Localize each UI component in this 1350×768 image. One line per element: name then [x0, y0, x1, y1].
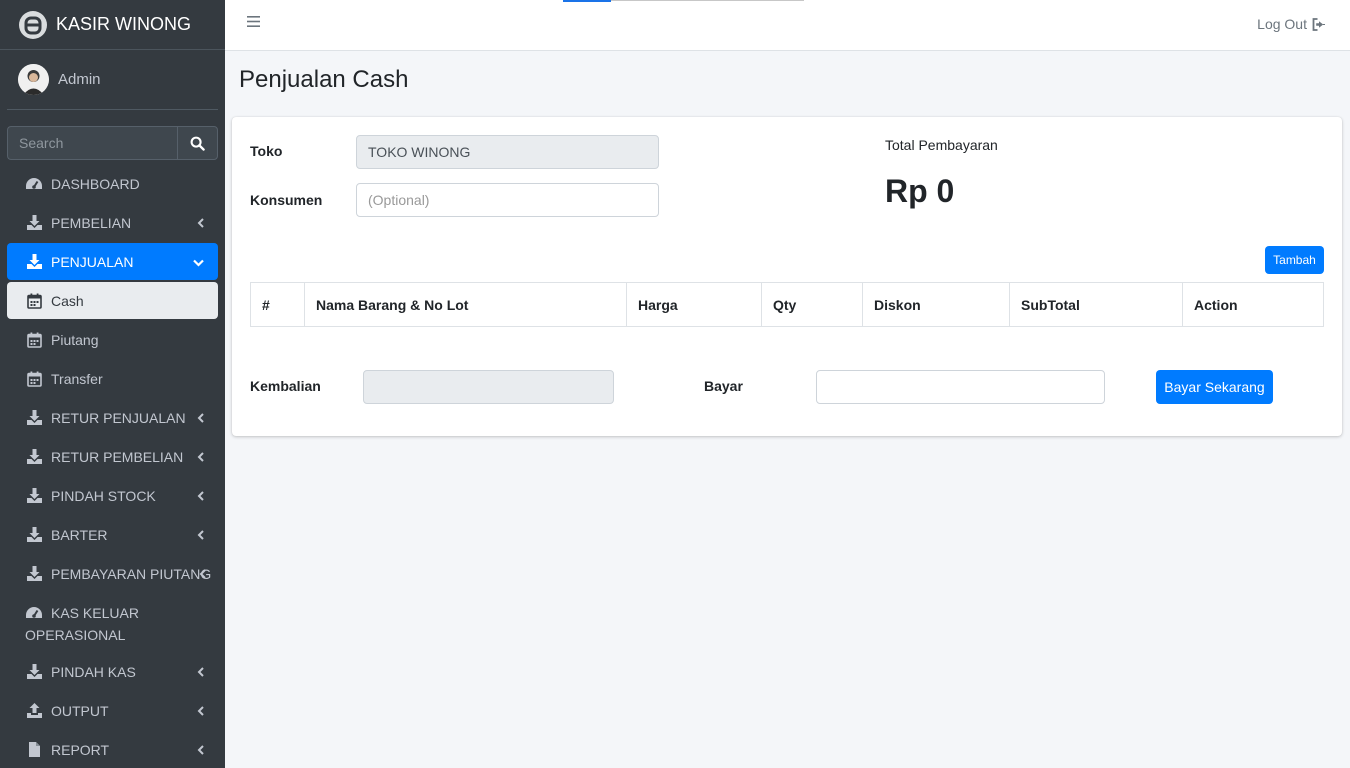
download-icon — [25, 214, 43, 232]
menu-toggle-icon[interactable] — [247, 15, 260, 33]
sidebar-item-label: RETUR PENJUALAN — [51, 409, 186, 426]
chevron-left-icon — [197, 449, 204, 465]
total-pembayaran-value: Rp 0 — [885, 173, 955, 209]
file-icon — [25, 741, 43, 759]
tachometer-icon — [25, 175, 43, 193]
download-icon — [25, 565, 43, 583]
chevron-left-icon — [197, 488, 204, 504]
user-panel[interactable]: Admin — [7, 50, 218, 110]
bayar-field[interactable] — [816, 370, 1105, 404]
calendar-icon — [25, 292, 43, 310]
tab-divider — [611, 0, 804, 1]
chevron-left-icon — [197, 215, 204, 231]
upload-icon — [25, 702, 43, 720]
sidebar-item-pembayaran-piutang[interactable]: PEMBAYARAN PIUTANG — [7, 555, 218, 592]
search-button[interactable] — [177, 126, 218, 160]
download-icon — [25, 253, 43, 271]
download-icon — [25, 448, 43, 466]
sidebar-nav: DASHBOARD PEMBELIAN PENJUALAN Cash Piuta… — [7, 165, 218, 768]
column-header-harga: Harga — [626, 282, 762, 327]
sidebar-item-label: REPORT — [51, 741, 110, 758]
sidebar-item-pembelian[interactable]: PEMBELIAN — [7, 204, 218, 241]
top-navbar: Log Out — [225, 0, 1350, 51]
chevron-left-icon — [197, 742, 204, 758]
brand-logo-icon — [19, 10, 47, 39]
download-icon — [25, 487, 43, 505]
sidebar-item-report[interactable]: REPORT — [7, 731, 218, 768]
kembalian-field[interactable] — [363, 370, 614, 404]
sidebar-item-label: BARTER — [51, 526, 108, 543]
user-name: Admin — [58, 71, 101, 88]
total-pembayaran-label: Total Pembayaran — [885, 137, 998, 153]
download-icon — [25, 409, 43, 427]
sidebar-item-label: PINDAH KAS — [51, 663, 136, 680]
column-header-qty: Qty — [761, 282, 863, 327]
sales-form-card: Toko Konsumen Total Pembayaran Rp 0 Tamb… — [232, 117, 1342, 436]
column-header-subtotal: SubTotal — [1009, 282, 1183, 327]
sidebar-item-label: Piutang — [51, 331, 99, 348]
sign-out-icon — [1312, 17, 1326, 31]
sidebar-item-label: KAS KELUAR OPERASIONAL — [25, 605, 139, 643]
items-table: # Nama Barang & No Lot Harga Qty Diskon … — [250, 282, 1324, 327]
brand-link[interactable]: KASIR WINONG — [0, 0, 225, 50]
bayar-sekarang-button[interactable]: Bayar Sekarang — [1156, 370, 1273, 404]
search-icon — [190, 136, 205, 151]
tab-indicator — [563, 0, 611, 2]
sidebar-item-label: RETUR PEMBELIAN — [51, 448, 184, 465]
kembalian-label: Kembalian — [250, 378, 321, 394]
sidebar-item-label: Transfer — [51, 370, 103, 387]
sidebar-item-penjualan[interactable]: PENJUALAN — [7, 243, 218, 280]
konsumen-label: Konsumen — [250, 192, 323, 208]
chevron-left-icon — [197, 703, 204, 719]
calendar-icon — [25, 331, 43, 349]
sidebar-search — [7, 126, 218, 160]
chevron-left-icon — [197, 664, 204, 680]
sidebar-item-label: DASHBOARD — [51, 175, 140, 192]
chevron-left-icon — [199, 566, 206, 582]
sidebar-item-label: PINDAH STOCK — [51, 487, 156, 504]
tambah-button[interactable]: Tambah — [1265, 246, 1324, 274]
page-title: Penjualan Cash — [239, 66, 409, 93]
sidebar-item-kas-keluar-operasional[interactable]: KAS KELUAR OPERASIONAL — [7, 594, 218, 651]
sidebar-item-pindah-kas[interactable]: PINDAH KAS — [7, 653, 218, 690]
download-icon — [25, 663, 43, 681]
bayar-label: Bayar — [704, 378, 743, 394]
table-header-row: # Nama Barang & No Lot Harga Qty Diskon … — [250, 282, 1324, 327]
logout-label: Log Out — [1257, 16, 1307, 32]
sidebar-item-transfer[interactable]: Transfer — [7, 360, 218, 397]
sidebar-item-cash[interactable]: Cash — [7, 282, 218, 319]
download-icon — [25, 526, 43, 544]
toko-field[interactable] — [356, 135, 659, 169]
sidebar-item-label: PEMBELIAN — [51, 214, 132, 231]
sidebar-item-label: Cash — [51, 292, 84, 309]
sidebar-item-output[interactable]: OUTPUT — [7, 692, 218, 729]
sidebar-item-label: PEMBAYARAN PIUTANG — [51, 565, 212, 582]
column-header-nama-barang: Nama Barang & No Lot — [304, 282, 627, 327]
toko-label: Toko — [250, 143, 283, 159]
column-header-diskon: Diskon — [862, 282, 1010, 327]
sidebar-item-piutang[interactable]: Piutang — [7, 321, 218, 358]
sidebar-item-label: PENJUALAN — [51, 253, 134, 270]
chevron-left-icon — [197, 527, 204, 543]
column-header-number: # — [250, 282, 305, 327]
sidebar-item-barter[interactable]: BARTER — [7, 516, 218, 553]
chevron-left-icon — [197, 410, 204, 426]
sidebar-item-label: OUTPUT — [51, 702, 109, 719]
chevron-down-icon — [193, 254, 204, 270]
sidebar-item-pindah-stock[interactable]: PINDAH STOCK — [7, 477, 218, 514]
konsumen-field[interactable] — [356, 183, 659, 217]
sidebar-item-retur-penjualan[interactable]: RETUR PENJUALAN — [7, 399, 218, 436]
sidebar: KASIR WINONG Admin DASHBOARD PEMBELIAN P… — [0, 0, 225, 768]
sidebar-item-dashboard[interactable]: DASHBOARD — [7, 165, 218, 202]
calendar-icon — [25, 370, 43, 388]
sidebar-item-retur-pembelian[interactable]: RETUR PEMBELIAN — [7, 438, 218, 475]
logout-link[interactable]: Log Out — [1257, 16, 1326, 32]
avatar — [18, 64, 49, 95]
column-header-action: Action — [1182, 282, 1324, 327]
brand-title: KASIR WINONG — [56, 14, 192, 34]
search-input[interactable] — [7, 126, 177, 160]
